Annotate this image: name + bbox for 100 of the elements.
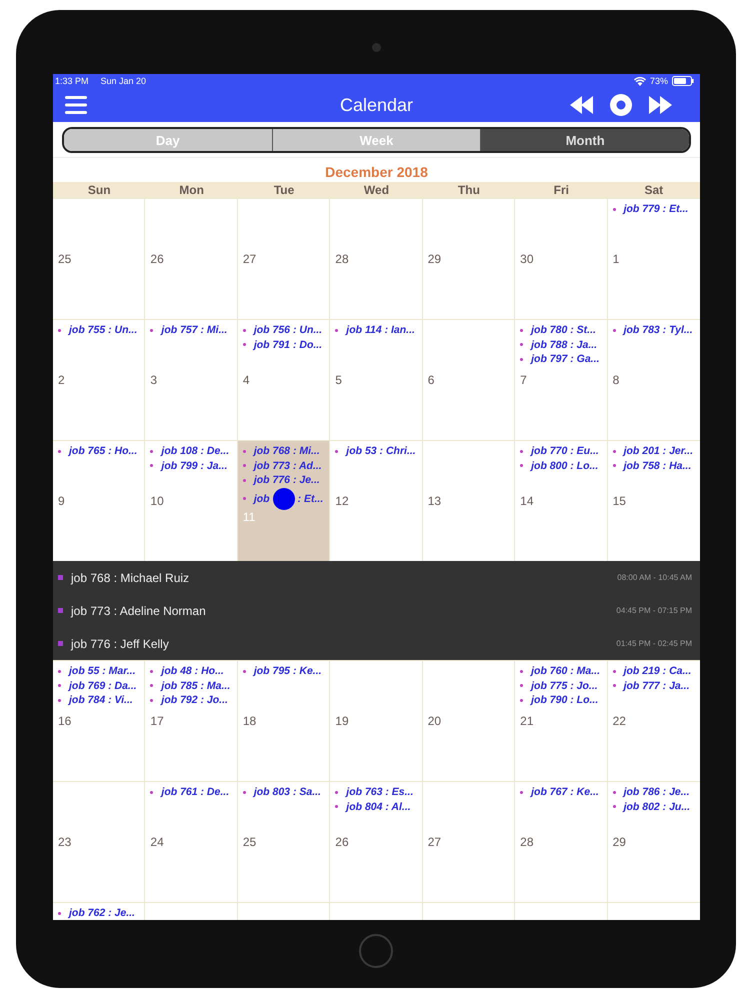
day-number: 6 bbox=[428, 373, 434, 387]
rewind-icon[interactable] bbox=[570, 96, 594, 114]
event-label[interactable]: job 790 : Lo... bbox=[531, 694, 598, 706]
event-label[interactable]: job 55 : Mar... bbox=[69, 665, 136, 678]
event-label[interactable]: job bbox=[254, 492, 270, 504]
event-label[interactable]: job 788 : Ja... bbox=[531, 338, 598, 351]
event-dot bbox=[520, 464, 524, 468]
event-dot bbox=[242, 670, 246, 673]
event-label[interactable]: job 802 : Ju... bbox=[624, 800, 690, 813]
day-cell[interactable]: job 768 : Mi... job 773 : Ad... job 776 : Je... job : Et... 11 bbox=[238, 441, 330, 561]
event-label[interactable]: job 755 : Un... bbox=[69, 324, 138, 336]
wifi-icon bbox=[634, 76, 646, 86]
event-label[interactable]: job 779 : Et... bbox=[624, 203, 688, 216]
event-label[interactable]: job 792 : Jo... bbox=[161, 694, 228, 706]
event-label[interactable]: job 767 : Ke... bbox=[531, 786, 599, 798]
event-label[interactable]: job 800 : Lo... bbox=[531, 460, 598, 472]
event-label[interactable]: job 797 : Ga... bbox=[531, 353, 600, 366]
event-label[interactable]: job 114 : Ian... bbox=[346, 324, 415, 336]
event-label[interactable]: job 785 : Ma... bbox=[161, 680, 230, 692]
event-label[interactable]: job 803 : Sa... bbox=[254, 786, 321, 798]
day-number: 7 bbox=[520, 373, 527, 387]
event-title[interactable]: job 776 : Jeff Kelly bbox=[71, 636, 169, 650]
camera-icon bbox=[372, 43, 381, 52]
day-number: 10 bbox=[150, 494, 164, 508]
event-label[interactable]: job 769 : Da... bbox=[69, 680, 137, 692]
home-button[interactable] bbox=[359, 934, 393, 968]
event-label[interactable]: job 784 : Vi... bbox=[69, 694, 133, 706]
event-dot bbox=[612, 208, 616, 211]
event-label[interactable]: job 799 : Ja... bbox=[161, 460, 228, 472]
day-number: 26 bbox=[150, 252, 164, 266]
event-label[interactable]: job 776 : Je... bbox=[254, 474, 320, 486]
day-number: 29 bbox=[612, 835, 626, 849]
day-number: 30 bbox=[520, 252, 534, 266]
event-dot bbox=[58, 450, 61, 453]
fast-forward-icon[interactable] bbox=[648, 96, 672, 114]
event-dot bbox=[612, 464, 616, 468]
event-label[interactable]: job 762 : Je... bbox=[69, 907, 135, 920]
event-dot bbox=[242, 328, 246, 332]
event-label[interactable]: job 108 : De... bbox=[161, 445, 230, 458]
month-title: December 2018 bbox=[324, 163, 429, 182]
event-dot bbox=[242, 343, 246, 346]
day-cell[interactable]: 20 bbox=[422, 661, 516, 781]
event-label[interactable]: job 804 : Al... bbox=[346, 800, 411, 813]
day-number: 15 bbox=[612, 494, 626, 508]
event-dot bbox=[242, 464, 246, 468]
event-label[interactable]: job 48 : Ho... bbox=[161, 665, 224, 678]
view-tab[interactable]: Month bbox=[481, 129, 689, 151]
event-time: 01:45 PM - 02:45 PM bbox=[616, 639, 692, 648]
record-icon[interactable] bbox=[610, 94, 632, 116]
day-number: 27 bbox=[428, 835, 442, 849]
day-number: 1 bbox=[612, 252, 620, 266]
day-number: 21 bbox=[520, 714, 534, 728]
event-label[interactable]: job 758 : Ha... bbox=[624, 460, 692, 472]
day-cell[interactable]: 29 bbox=[422, 199, 516, 319]
event-dot bbox=[58, 698, 61, 702]
event-dot bbox=[520, 684, 524, 688]
event-label[interactable]: job 219 : Ca... bbox=[624, 665, 692, 678]
day-number: 18 bbox=[242, 714, 256, 728]
event-title[interactable]: job 768 : Michael Ruiz bbox=[71, 570, 190, 584]
event-label[interactable]: job 777 : Ja... bbox=[624, 680, 690, 692]
event-dot bbox=[335, 790, 338, 794]
event-dot bbox=[335, 805, 338, 808]
event-label[interactable]: job 201 : Jer... bbox=[624, 445, 694, 458]
event-dot bbox=[150, 450, 154, 453]
event-title[interactable]: job 773 : Adeline Norman bbox=[71, 604, 206, 618]
day-cell[interactable]: 6 bbox=[422, 320, 516, 440]
event-label[interactable]: job 763 : Es... bbox=[346, 786, 414, 798]
event-label[interactable]: job 756 : Un... bbox=[254, 324, 322, 336]
touch-indicator bbox=[272, 488, 295, 510]
day-cell[interactable]: 13 bbox=[422, 441, 516, 561]
event-label[interactable]: job 53 : Chri... bbox=[346, 445, 416, 458]
event-label[interactable]: job 768 : Mi... bbox=[254, 445, 320, 458]
event-label[interactable]: job 765 : Ho... bbox=[69, 445, 138, 458]
event-dot bbox=[612, 328, 616, 332]
menu-icon[interactable] bbox=[65, 96, 87, 114]
event-label[interactable]: : Et... bbox=[298, 492, 324, 504]
event-dot bbox=[520, 450, 524, 453]
day-number: 19 bbox=[335, 714, 349, 728]
weekday-label: Sun bbox=[86, 183, 112, 197]
event-label[interactable]: job 760 : Ma... bbox=[531, 665, 600, 678]
event-dot bbox=[520, 698, 524, 702]
day-cell[interactable]: 27 bbox=[422, 782, 516, 902]
event-label[interactable]: job 773 : Ad... bbox=[254, 460, 322, 472]
event-dot bbox=[612, 670, 616, 673]
event-label[interactable]: job 786 : Je... bbox=[624, 786, 690, 798]
event-label[interactable]: job 791 : Do... bbox=[254, 338, 322, 351]
event-label[interactable]: job 770 : Eu... bbox=[531, 445, 599, 458]
event-dot bbox=[150, 698, 154, 702]
event-label[interactable]: job 783 : Tyl... bbox=[624, 324, 693, 336]
event-label[interactable]: job 780 : St... bbox=[531, 324, 596, 336]
event-dot bbox=[150, 328, 154, 332]
event-label[interactable]: job 775 : Jo... bbox=[531, 680, 598, 692]
day-number: 25 bbox=[58, 252, 72, 266]
event-dot bbox=[242, 478, 246, 482]
event-label[interactable]: job 761 : De... bbox=[161, 786, 230, 798]
event-label[interactable]: job 757 : Mi... bbox=[161, 324, 228, 336]
event-dot bbox=[150, 684, 154, 688]
event-label[interactable]: job 795 : Ke... bbox=[254, 665, 322, 678]
day-number: 27 bbox=[242, 252, 256, 266]
day-number: 11 bbox=[242, 510, 256, 524]
